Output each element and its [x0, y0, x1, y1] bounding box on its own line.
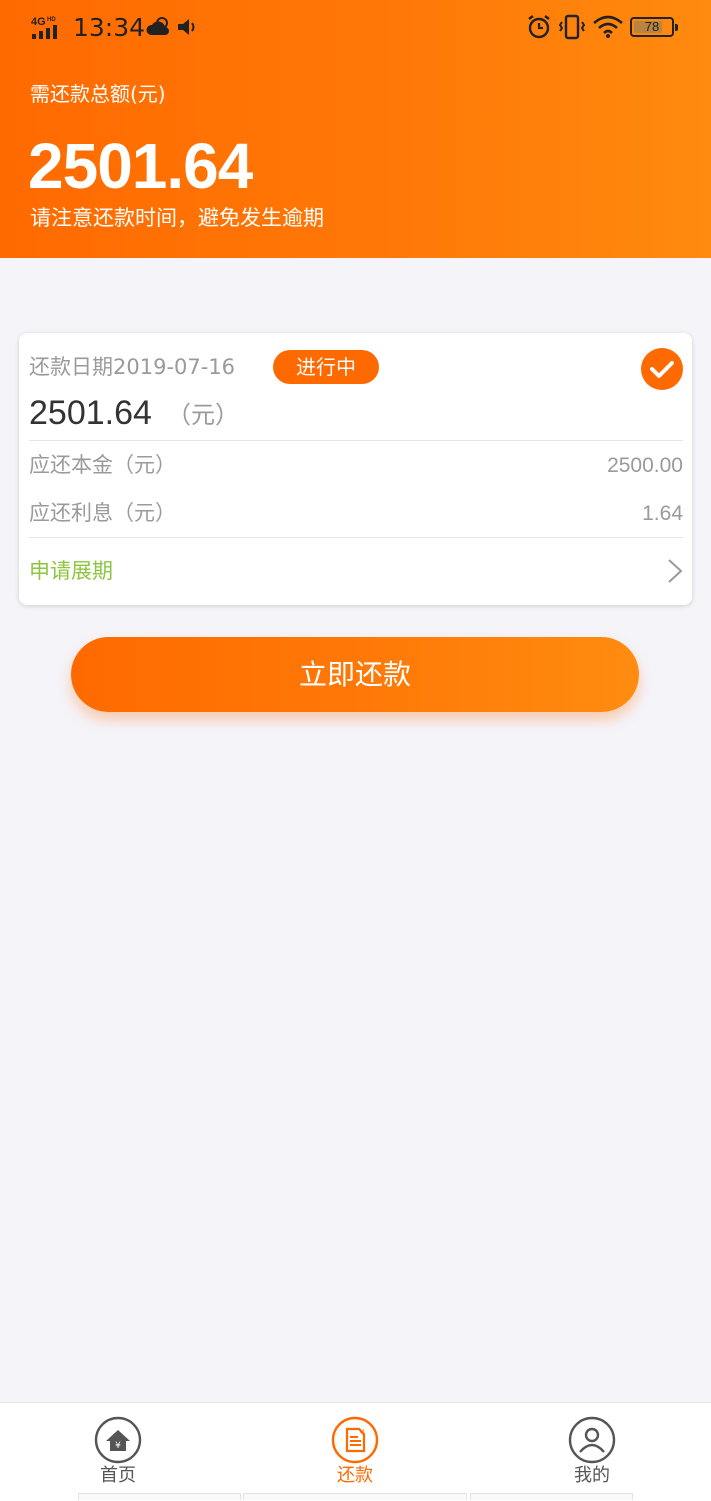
tab-bar: ¥ 首页 ¥ 还款 我的 [0, 1402, 711, 1501]
tab-home[interactable]: ¥ 首页 [53, 1403, 183, 1501]
tab-label: 我的 [574, 1465, 610, 1486]
alarm-icon [528, 15, 550, 39]
divider [29, 440, 683, 441]
interest-value: 1.64 [642, 502, 683, 525]
due-date: 还款日期2019-07-16 [29, 355, 236, 379]
svg-text:4G: 4G [31, 16, 46, 28]
tab-mine[interactable]: 我的 [527, 1403, 657, 1501]
battery-level: 78 [644, 19, 660, 34]
bill-amount-unit: （元） [167, 401, 239, 429]
bill-icon: ¥ [331, 1416, 379, 1464]
bill-card[interactable]: 还款日期2019-07-16 进行中 2501.64 （元） 应还本金（元） 2… [19, 333, 692, 605]
nav-gesture-stub [470, 1493, 633, 1500]
total-label: 需还款总额(元) [30, 82, 166, 106]
svg-text:¥: ¥ [115, 1441, 121, 1451]
user-icon [568, 1416, 616, 1464]
vibrate-icon [558, 14, 586, 40]
signal-icon: 4G HD [31, 16, 57, 39]
wifi-icon [593, 15, 623, 38]
divider [29, 537, 683, 538]
battery-icon: 78 [630, 17, 678, 37]
tab-label: 首页 [100, 1465, 136, 1486]
chevron-right-icon[interactable] [666, 558, 684, 584]
nav-gesture-stub [78, 1493, 241, 1500]
tab-repay[interactable]: ¥ 还款 [290, 1403, 420, 1501]
svg-text:HD: HD [47, 17, 56, 23]
total-amount: 2501.64 [28, 130, 253, 202]
apply-extension-link[interactable]: 申请展期 [29, 557, 113, 585]
header-banner: 4G HD 13:34 78 需还款总额(元) 2501.64 请注意还款时间，… [0, 0, 711, 258]
pay-now-button[interactable]: 立即还款 [71, 637, 639, 712]
speaker-icon [178, 19, 195, 35]
bill-amount: 2501.64 [29, 394, 152, 432]
principal-value: 2500.00 [607, 454, 683, 477]
overdue-hint: 请注意还款时间，避免发生逾期 [30, 206, 324, 230]
svg-text:¥: ¥ [359, 1428, 364, 1437]
status-badge: 进行中 [273, 350, 379, 384]
tab-label: 还款 [337, 1465, 373, 1486]
principal-label: 应还本金（元） [29, 453, 176, 477]
status-time: 13:34 [73, 13, 146, 42]
status-bar: 4G HD 13:34 78 [0, 0, 711, 56]
check-icon[interactable] [641, 348, 683, 390]
home-icon: ¥ [94, 1416, 142, 1464]
nav-gesture-stub [243, 1493, 467, 1500]
cloud-icon [146, 17, 169, 35]
interest-label: 应还利息（元） [29, 501, 176, 525]
